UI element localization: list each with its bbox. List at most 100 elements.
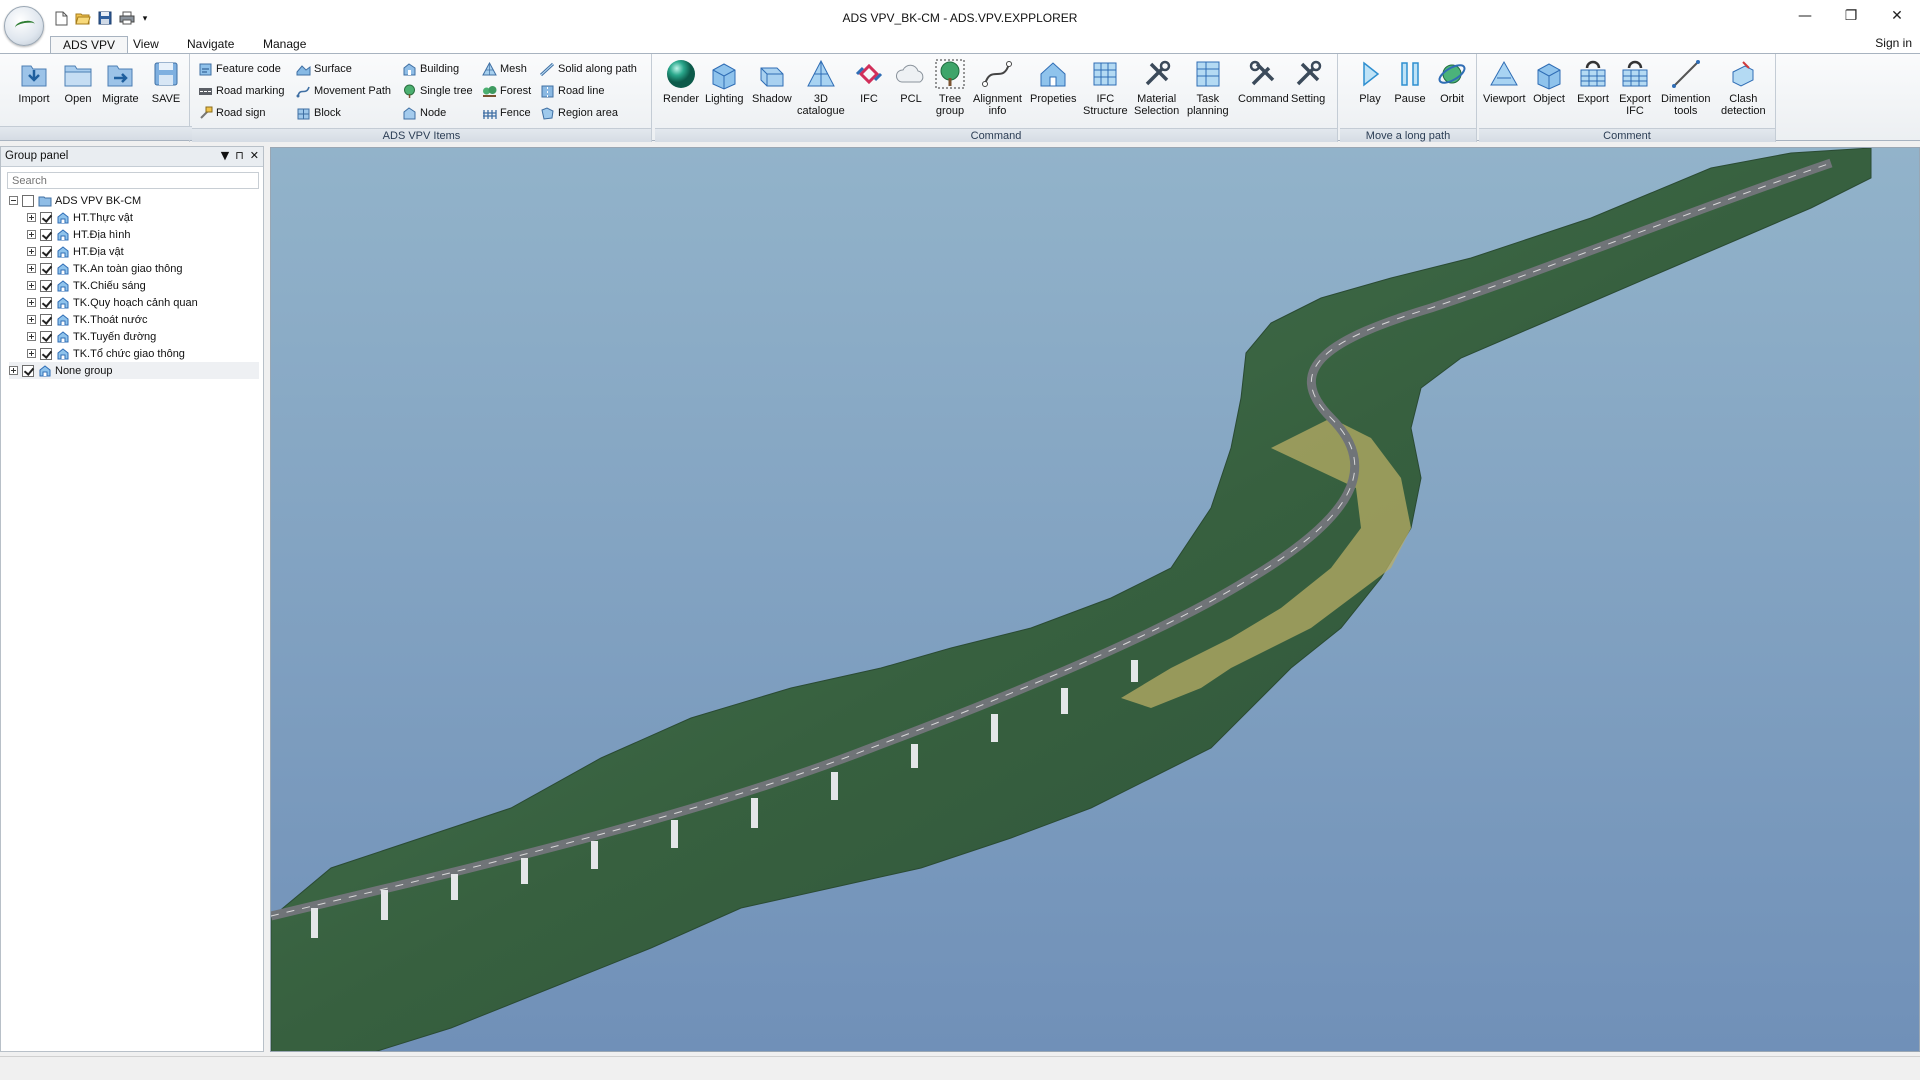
road-marking-button[interactable]: Road marking	[198, 82, 284, 100]
feature-code-button[interactable]: Feature code	[198, 60, 281, 78]
group-layer-icon	[57, 296, 69, 308]
visibility-checkbox[interactable]	[40, 347, 52, 360]
alignment-info-button[interactable]: Alignment info	[973, 58, 1022, 117]
expand-icon[interactable]	[9, 366, 18, 375]
propeties-button[interactable]: Propeties	[1030, 58, 1076, 105]
save-file-button[interactable]	[96, 10, 114, 26]
restore-button[interactable]: ❐	[1828, 0, 1874, 32]
expand-icon[interactable]	[27, 298, 36, 307]
building-button[interactable]: Building	[402, 60, 459, 78]
road-sign-button[interactable]: Road sign	[198, 104, 266, 122]
panel-close-icon[interactable]: ✕	[250, 149, 259, 162]
pcl-button[interactable]: PCL	[895, 58, 927, 105]
solid-along-path-label: Solid along path	[558, 63, 637, 75]
tab-manage[interactable]: Manage	[251, 36, 318, 54]
expand-icon[interactable]	[27, 349, 36, 358]
visibility-checkbox[interactable]	[40, 330, 52, 343]
clash-detection-button[interactable]: Clash detection	[1721, 58, 1766, 117]
mesh-button[interactable]: Mesh	[482, 60, 527, 78]
shadow-button[interactable]: Shadow	[752, 58, 792, 105]
collapse-icon[interactable]	[9, 196, 18, 205]
status-bar	[0, 1056, 1920, 1080]
fence-button[interactable]: Fence	[482, 104, 531, 122]
node-button[interactable]: Node	[402, 104, 446, 122]
tree-node[interactable]: HT.Thực vật	[9, 209, 259, 226]
application-menu-button[interactable]	[4, 6, 44, 46]
tab-view[interactable]: View	[121, 36, 171, 54]
dimention-tools-button[interactable]: Dimention tools	[1661, 58, 1711, 117]
pause-button[interactable]: Pause	[1394, 58, 1426, 105]
print-button[interactable]	[118, 10, 136, 26]
visibility-checkbox[interactable]	[40, 228, 52, 241]
block-button[interactable]: Block	[296, 104, 341, 122]
render-button[interactable]: Render	[663, 58, 699, 105]
ifc-structure-button[interactable]: IFC Structure	[1083, 58, 1128, 117]
region-area-icon	[541, 106, 554, 120]
material-selection-button[interactable]: Material Selection	[1134, 58, 1179, 117]
visibility-checkbox[interactable]	[40, 262, 52, 275]
3d-viewport[interactable]	[270, 147, 1920, 1052]
tree-node[interactable]: TK.Thoát nước	[9, 311, 259, 328]
visibility-checkbox[interactable]	[22, 364, 34, 377]
alignment-label-2: info	[988, 105, 1007, 117]
quick-access-customize-button[interactable]: ▾	[140, 10, 150, 26]
tree-node[interactable]: HT.Địa vật	[9, 243, 259, 260]
open-file-button[interactable]	[74, 10, 92, 26]
play-button[interactable]: Play	[1354, 58, 1386, 105]
tree-node[interactable]: HT.Địa hình	[9, 226, 259, 243]
3d-catalogue-button[interactable]: 3D catalogue	[797, 58, 845, 117]
minimize-button[interactable]: —	[1782, 0, 1828, 32]
import-button[interactable]: Import	[18, 58, 50, 105]
forest-button[interactable]: Forest	[482, 82, 531, 100]
panel-dropdown-icon[interactable]: ▼	[221, 149, 229, 162]
solid-along-path-button[interactable]: Solid along path	[540, 60, 637, 78]
expand-icon[interactable]	[27, 230, 36, 239]
tree-node[interactable]: TK.Quy hoạch cảnh quan	[9, 294, 259, 311]
mesh-label: Mesh	[500, 63, 527, 75]
open-button[interactable]: Open	[62, 58, 94, 105]
close-button[interactable]: ✕	[1874, 0, 1920, 32]
expand-icon[interactable]	[27, 332, 36, 341]
visibility-checkbox[interactable]	[40, 296, 52, 309]
tree-node[interactable]: TK.Tổ chức giao thông	[9, 345, 259, 362]
visibility-checkbox[interactable]	[22, 194, 34, 207]
tree-node[interactable]: ADS VPV BK-CM	[9, 192, 259, 209]
road-line-button[interactable]: Road line	[540, 82, 604, 100]
expand-icon[interactable]	[27, 264, 36, 273]
tab-ads-vpv[interactable]: ADS VPV	[50, 36, 129, 54]
group-search-input[interactable]	[7, 172, 259, 189]
export-ifc-button[interactable]: Export IFC	[1619, 58, 1651, 117]
new-file-button[interactable]	[52, 10, 70, 26]
orbit-button[interactable]: Orbit	[1436, 58, 1468, 105]
tree-node[interactable]: TK.An toàn giao thông	[9, 260, 259, 277]
sign-in-link[interactable]: Sign in	[1875, 36, 1912, 50]
tab-navigate[interactable]: Navigate	[175, 36, 246, 54]
task-planning-button[interactable]: Task planning	[1187, 58, 1229, 117]
lighting-button[interactable]: Lighting	[705, 58, 744, 105]
movement-path-button[interactable]: Movement Path	[296, 82, 391, 100]
tree-node[interactable]: None group	[9, 362, 259, 379]
command-button[interactable]: Command	[1238, 58, 1289, 105]
migrate-button[interactable]: Migrate	[102, 58, 139, 105]
viewport-button[interactable]: Viewport	[1483, 58, 1526, 105]
ifc-button[interactable]: IFC	[853, 58, 885, 105]
expand-icon[interactable]	[27, 213, 36, 222]
expand-icon[interactable]	[27, 281, 36, 290]
surface-button[interactable]: Surface	[296, 60, 352, 78]
export-button[interactable]: Export	[1577, 58, 1609, 105]
visibility-checkbox[interactable]	[40, 245, 52, 258]
expand-icon[interactable]	[27, 315, 36, 324]
region-area-button[interactable]: Region area	[540, 104, 618, 122]
object-button[interactable]: Object	[1533, 58, 1565, 105]
expand-icon[interactable]	[27, 247, 36, 256]
save-button[interactable]: SAVE	[150, 58, 182, 105]
tree-node[interactable]: TK.Chiếu sáng	[9, 277, 259, 294]
visibility-checkbox[interactable]	[40, 313, 52, 326]
visibility-checkbox[interactable]	[40, 211, 52, 224]
tree-group-button[interactable]: Tree group	[934, 58, 966, 117]
visibility-checkbox[interactable]	[40, 279, 52, 292]
single-tree-button[interactable]: Single tree	[402, 82, 473, 100]
tree-node[interactable]: TK.Tuyến đường	[9, 328, 259, 345]
setting-button[interactable]: Setting	[1291, 58, 1325, 105]
panel-pin-icon[interactable]: ⊓	[235, 149, 244, 162]
